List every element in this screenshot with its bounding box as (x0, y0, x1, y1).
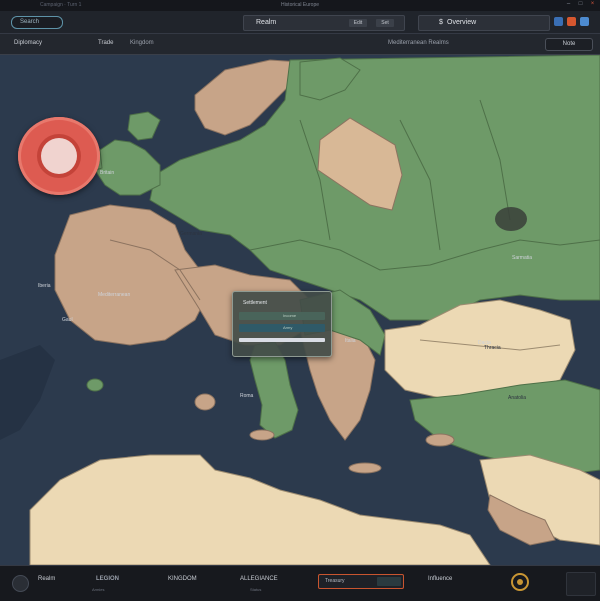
overview-label: Overview (447, 19, 477, 26)
realm-button[interactable]: Realm (38, 576, 55, 582)
region-title: Mediterranean Realms (388, 40, 449, 46)
set-button[interactable]: Set (376, 19, 394, 27)
realm-label: Realm (256, 19, 277, 26)
map-label-germania: Germania (180, 231, 202, 237)
influence-button[interactable]: Influence (428, 576, 452, 582)
settlement-popup[interactable]: Settlement Income Army (232, 291, 332, 357)
map-label-anatolia: Anatolia (508, 395, 527, 401)
window-title: Historical Europe (280, 2, 320, 8)
faction-crest-icon (41, 138, 77, 174)
popup-income-label: Income (283, 313, 297, 318)
legion-button[interactable]: LEGION (96, 576, 119, 582)
top-bar: Search Realm Edit Set $ Overview (0, 11, 600, 34)
kingdom-button[interactable]: KINGDOM (168, 576, 197, 582)
allegiance-button[interactable]: ALLEGIANCE (240, 576, 278, 582)
map-label-italia: Italia (345, 338, 356, 344)
map-label-roma: Roma (240, 393, 254, 399)
window-controls: – □ × (565, 1, 596, 8)
map-label-mediterranean: Mediterranean (98, 292, 131, 298)
bottom-bar: Realm LEGION Armies KINGDOM ALLEGIANCE S… (0, 565, 600, 601)
alert-icon[interactable] (567, 17, 576, 26)
maximize-icon[interactable]: □ (577, 1, 584, 8)
island-crete (348, 462, 382, 474)
note-button[interactable]: Note (545, 38, 593, 51)
globe-icon[interactable] (580, 17, 589, 26)
tab-kingdom[interactable]: Kingdom (130, 40, 154, 46)
popup-income-row[interactable]: Income (239, 312, 325, 320)
tab-diplomacy[interactable]: Diplomacy (14, 40, 42, 46)
currency-symbol: $ (439, 19, 443, 26)
minimize-icon[interactable]: – (565, 1, 572, 8)
edit-button[interactable]: Edit (349, 19, 367, 27)
island-balearic (86, 378, 104, 392)
minimap-button[interactable] (566, 572, 596, 596)
popup-progress-bar (239, 338, 325, 342)
popup-army-label: Army (283, 325, 293, 330)
realm-field[interactable]: Realm Edit Set (243, 15, 405, 31)
map-label-thracia: Thracia (484, 345, 501, 351)
allegiance-subtitle: Status (250, 587, 262, 592)
faction-emblem[interactable] (18, 117, 100, 195)
map-label-iberia: Iberia (38, 283, 51, 289)
island-cyprus (425, 433, 455, 447)
treasury-field[interactable]: Treasury (318, 574, 404, 589)
map-label-britain: Britain (100, 170, 115, 176)
island-corsica (194, 393, 216, 411)
tab-trade[interactable]: Trade (98, 40, 113, 46)
legion-subtitle: Armies (92, 587, 105, 592)
close-icon[interactable]: × (589, 1, 596, 8)
island-sicily (249, 429, 275, 441)
treasury-label: Treasury (325, 578, 345, 584)
army-marker-icon[interactable] (495, 207, 527, 231)
popup-army-row[interactable]: Army (239, 324, 325, 332)
overview-field[interactable]: $ Overview (418, 15, 550, 31)
notification-icon[interactable] (554, 17, 563, 26)
search-button[interactable]: Search (11, 16, 63, 29)
top-icon-group (554, 17, 589, 26)
map-label-gaul: Gaul (62, 317, 73, 323)
popup-title: Settlement (243, 300, 267, 306)
gear-icon[interactable] (511, 573, 529, 591)
world-map[interactable]: Britain Iberia Gaul Germania Sarmatia It… (0, 55, 600, 565)
treasury-button[interactable] (377, 577, 401, 586)
avatar-icon[interactable] (12, 575, 29, 592)
map-label-sarmatia: Sarmatia (512, 255, 533, 261)
sub-bar: Diplomacy Trade Kingdom Mediterranean Re… (0, 34, 600, 55)
